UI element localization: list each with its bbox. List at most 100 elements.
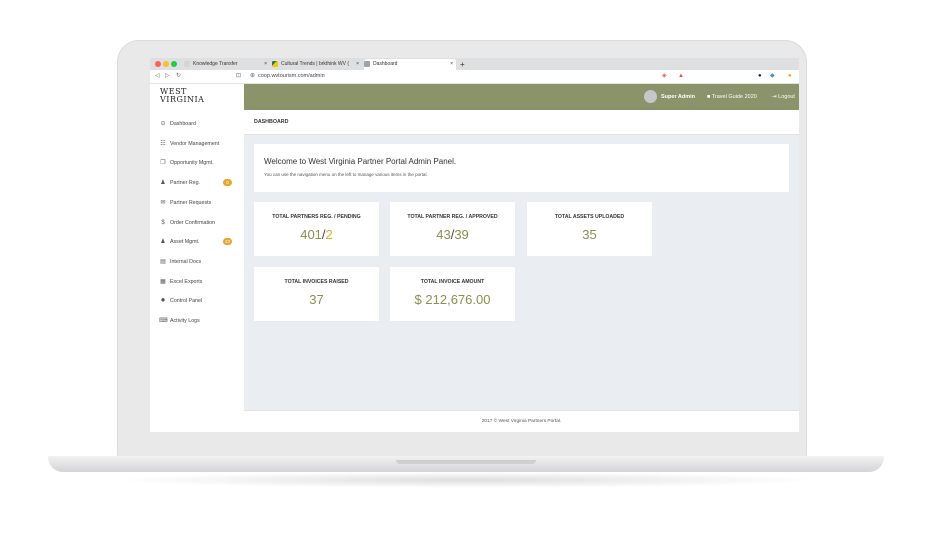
welcome-title: Welcome to West Virginia Partner Portal … — [264, 157, 457, 166]
travel-guide-link[interactable]: ■ Travel Guide 2020 — [707, 84, 757, 110]
sidebar-item-internal-docs[interactable]: ▤ Internal Docs — [150, 254, 244, 270]
stat-card-assets: TOTAL ASSETS UPLOADED 35 — [527, 202, 652, 256]
sidebar-item-vendor-management[interactable]: ☷ Vendor Management — [150, 136, 244, 152]
close-tab-icon[interactable]: × — [450, 59, 453, 70]
logo-line-2: VIRGINIA — [160, 95, 205, 104]
sidebar-item-label: Activity Logs — [170, 318, 200, 324]
user-name[interactable]: Super Admin — [661, 84, 695, 110]
logout-icon: ⇥ — [772, 94, 777, 100]
envelope-icon: ✉ — [160, 199, 166, 206]
sidebar-item-asset-mgmt[interactable]: ♟ Asset Mgmt. 23 — [150, 234, 244, 250]
file-icon: ▤ — [160, 258, 166, 265]
sidebar-item-dashboard[interactable]: ⊙ Dashboard — [150, 116, 244, 132]
close-window-dot[interactable] — [155, 61, 161, 67]
gear-icon: ✹ — [160, 298, 166, 305]
extension-icon[interactable]: ● — [758, 70, 762, 83]
sidebar-item-label: Internal Docs — [170, 258, 202, 265]
stat-card-invoice-amount: TOTAL INVOICE AMOUNT $ 212,676.00 — [390, 267, 515, 321]
extension-shield-icon[interactable]: ◆ — [770, 70, 775, 83]
new-tab-icon[interactable]: + — [460, 59, 468, 70]
maximize-window-dot[interactable] — [171, 61, 177, 67]
stat-label: TOTAL ASSETS UPLOADED — [554, 214, 625, 220]
copy-icon: ❐ — [160, 160, 166, 167]
sidebar-item-label: Partner Requests — [170, 199, 212, 206]
forward-icon[interactable]: ▷ — [165, 70, 170, 83]
stat-card-partners-approved: TOTAL PARTNER REG. / APPROVED 43/39 — [390, 202, 515, 256]
top-bar: Super Admin ■ Travel Guide 2020 ⇥ Logout — [244, 84, 799, 110]
sidebar-item-label: Asset Mgmt. — [170, 239, 200, 246]
bookmark-icon[interactable]: ⊡ — [236, 70, 241, 83]
address-bar: ◁ ▷ ↻ ⊡ ⊕ coop.wvtourism.com/admin ◈ ▲ ●… — [150, 70, 799, 84]
close-tab-icon[interactable]: × — [356, 59, 359, 70]
stat-primary: 401 — [300, 227, 322, 242]
sidebar-item-opportunity-mgmt[interactable]: ❐ Opportunity Mgmt. — [150, 155, 244, 171]
welcome-subtitle: You can use the navigation menu on the l… — [264, 172, 428, 177]
sidebar-item-label: Opportunity Mgmt. — [170, 160, 214, 167]
stat-label: TOTAL PARTNERS REG. / PENDING — [272, 214, 361, 220]
sidebar-item-label: Partner Reg. — [170, 180, 201, 187]
tab-label: Dashboard — [373, 61, 398, 67]
stat-primary: 43 — [436, 227, 451, 242]
excel-icon: ▦ — [160, 278, 166, 285]
rewards-icon[interactable]: ▲ — [678, 70, 684, 83]
dashboard-icon: ⊙ — [160, 121, 166, 127]
count-badge: 23 — [223, 238, 232, 246]
calendar-icon: ■ — [707, 94, 711, 100]
main-content: DASHBOARD Welcome to West Virginia Partn… — [244, 110, 799, 432]
sidebar-item-order-confirmation[interactable]: $ Order Confirmation — [150, 215, 244, 231]
screen: Knowledge Transfer × Cultural Trends | b… — [150, 58, 799, 432]
page-favicon — [364, 60, 370, 67]
close-tab-icon[interactable]: × — [264, 59, 267, 70]
stat-value: 401/2 — [254, 227, 379, 243]
tab-label: Cultural Trends | brkthink WV ( — [281, 61, 349, 67]
footer-text: 2017 © West Virginia Partners Portal. — [481, 419, 562, 424]
browser-tab[interactable]: Cultural Trends | brkthink WV ( × — [272, 59, 362, 70]
extension-circle-icon[interactable]: ● — [788, 70, 792, 83]
sidebar: WEST VIRGINIA ⊙ Dashboard ☷ Vendor Manageme… — [150, 84, 245, 432]
users-icon: ☷ — [160, 140, 166, 147]
stat-label: TOTAL INVOICE AMOUNT — [420, 279, 485, 285]
logo[interactable]: WEST VIRGINIA — [160, 88, 204, 104]
sidebar-item-control-panel[interactable]: ✹ Control Panel — [150, 293, 244, 309]
stat-card-partners-pending: TOTAL PARTNERS REG. / PENDING 401/2 — [254, 202, 379, 256]
stat-secondary: 2 — [325, 227, 333, 242]
sidebar-item-label: Vendor Management — [170, 140, 220, 147]
minimize-window-dot[interactable] — [163, 61, 169, 67]
sidebar-item-partner-reg[interactable]: ♟ Partner Reg. 0 — [150, 175, 244, 191]
browser-tab-active[interactable]: Dashboard × — [364, 59, 456, 70]
browser-tab[interactable]: Knowledge Transfer × — [184, 59, 270, 70]
logout-link[interactable]: ⇥ Logout — [772, 84, 795, 110]
laptop-shadow — [110, 472, 822, 488]
stat-value: 35 — [582, 227, 597, 242]
tab-label: Knowledge Transfer — [193, 61, 238, 67]
sidebar-item-label: Dashboard — [170, 121, 196, 127]
brave-shield-icon[interactable]: ◈ — [662, 70, 667, 83]
sidebar-item-activity-logs[interactable]: ⌨ Activity Logs — [150, 313, 244, 329]
stat-label: TOTAL PARTNER REG. / APPROVED — [407, 214, 498, 220]
footer: 2017 © West Virginia Partners Portal. — [244, 410, 799, 432]
laptop-base — [48, 456, 884, 472]
stat-value: 37 — [309, 292, 324, 307]
url-input[interactable]: coop.wvtourism.com/admin — [258, 70, 325, 83]
stat-value: $ 212,676.00 — [414, 292, 491, 307]
brkthink-favicon — [272, 60, 278, 67]
count-badge: 0 — [223, 179, 232, 187]
sidebar-item-label: Order Confirmation — [170, 219, 216, 226]
sidebar-item-partner-requests[interactable]: ✉ Partner Requests — [150, 195, 244, 211]
sidebar-item-excel-exports[interactable]: ▦ Excel Exports — [150, 274, 244, 290]
lock-icon: ⊕ — [250, 73, 256, 79]
avatar[interactable] — [644, 90, 657, 103]
sidebar-item-label: Excel Exports — [170, 278, 203, 285]
logout-label: Logout — [778, 94, 795, 100]
keyboard-icon: ⌨ — [159, 318, 168, 324]
browser-tabbar: Knowledge Transfer × Cultural Trends | b… — [150, 58, 799, 70]
page-title: DASHBOARD — [254, 119, 289, 125]
reload-icon[interactable]: ↻ — [176, 70, 181, 83]
user-icon: ♟ — [160, 239, 166, 246]
stat-card-invoices: TOTAL INVOICES RAISED 37 — [254, 267, 379, 321]
stat-value: 43/39 — [390, 227, 515, 243]
back-icon[interactable]: ◁ — [155, 70, 160, 83]
breadcrumb: DASHBOARD — [244, 110, 799, 135]
laptop-notch — [396, 460, 536, 464]
stat-secondary: 39 — [454, 227, 469, 242]
